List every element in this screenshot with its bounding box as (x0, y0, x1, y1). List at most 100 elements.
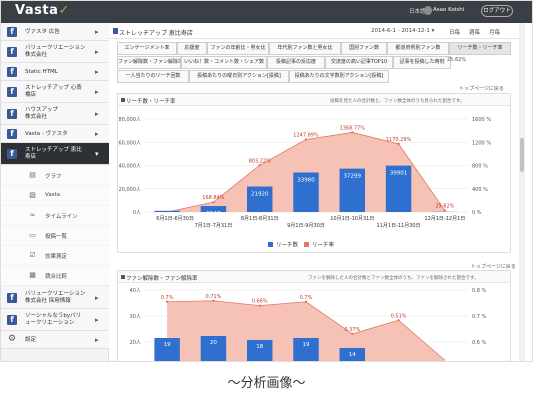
tab-engagement[interactable]: エンゲージメント率 (117, 42, 177, 55)
vasta-logo[interactable]: Vasta✓ (15, 3, 70, 18)
sidebar-sub-timeline[interactable]: ∞ タイムライン (1, 206, 109, 225)
y-tick-label-right: 0.8 % (472, 288, 487, 294)
chevron-right-icon: ▸ (95, 336, 99, 344)
sidebar-item-value-creation[interactable]: f バリュークリエーション 株式会社 ▸ (1, 41, 109, 63)
tab-post-time[interactable]: 記事を投稿した時刻 (393, 56, 451, 69)
user-name[interactable]: Asao Koishi (433, 7, 464, 13)
sidebar: f ヴァスタ 広告 ▸ f バリュークリエーション 株式会社 ▸ f Stati… (1, 23, 109, 361)
y-tick-label-left: 20人 (130, 340, 141, 346)
sidebar-item-house-up[interactable]: f ハウスアップ 株式会社 ▸ (1, 103, 109, 125)
tab-country-fans[interactable]: 国別ファン数 (341, 42, 387, 55)
tab-fan-age-group[interactable]: 年代別ファン数と男女比 (269, 42, 341, 55)
y-tick-label-right: 800 % (472, 164, 488, 170)
sidebar-item-settings[interactable]: ⚙ 設定 ▸ (1, 331, 109, 349)
compare-icon: ▦ (29, 271, 36, 279)
panel-title: ファン解除数・ファン解除率 (126, 276, 198, 282)
sidebar-item-recruit[interactable]: f バリュークリエーション 株式会社 採用情報 ▸ (1, 287, 109, 309)
sidebar-item-vasta-ad[interactable]: f ヴァスタ 広告 ▸ (1, 23, 109, 41)
rate-data-label: 0.7% (300, 295, 313, 301)
rate-data-label: 0.66% (252, 299, 268, 305)
sidebar-sub-vasta[interactable]: ▧ Vasta (1, 186, 109, 205)
bar-data-label: 18 (256, 344, 263, 350)
page-header: ストレッチアップ 恵比寿店 2014-6-1 - 2014-12-1 ▾ 日毎 … (109, 23, 519, 39)
sidebar-sub-graph[interactable]: ▤ グラフ (1, 166, 109, 185)
sidebar-item-social-now[interactable]: f ソーシャルなうbyバリ ュークリエーション ▸ (1, 309, 109, 331)
bar-data-label: 14 (349, 352, 356, 358)
facebook-icon: f (7, 27, 17, 37)
legend-label-bar: リーチ数 (276, 241, 299, 249)
tab-top10[interactable]: 交流度の高い記事TOP10 (325, 56, 393, 69)
bar-data-label: 21920 (251, 192, 269, 198)
rate-point (258, 304, 261, 307)
chevron-right-icon: ▸ (95, 88, 99, 96)
facebook-icon: f (7, 109, 17, 119)
rate-point (443, 209, 447, 212)
back-to-top-link-2[interactable]: トップページに戻る (471, 263, 516, 270)
sidebar-item-vasta[interactable]: f Vasta - ヴァスタ ▸ (1, 125, 109, 143)
sidebar-sub-compare[interactable]: ▦ 競合比較 (1, 266, 109, 285)
sidebar-item-stretchup-shinsaibashi[interactable]: f ストレッチアップ 心斎 橋店 ▸ (1, 81, 109, 103)
facebook-icon: f (7, 315, 17, 325)
chevron-right-icon: ▸ (95, 110, 99, 118)
scrollbar-thumb[interactable] (520, 138, 524, 172)
rate-point (165, 300, 169, 303)
y-tick-label-left: 40人 (130, 288, 141, 294)
facebook-icon: f (7, 129, 17, 139)
tab-post-reaction[interactable]: 投稿記事の反応度 (267, 56, 325, 69)
top-header: Vasta✓ 日本語 Asao Koishi ログアウト (1, 1, 532, 23)
rate-point (212, 299, 215, 302)
tab-weekday-action[interactable]: 投稿あたりの曜日別アクション[投稿] (189, 70, 289, 83)
tab-charcount-action[interactable]: 投稿あたりの文字数別アクション[投稿] (289, 70, 389, 83)
x-tick-label: 7月1日-7月31日 (195, 223, 233, 229)
bar-data-label: 19 (164, 342, 171, 348)
rate-data-label: 1368.77% (340, 125, 366, 131)
tab-support[interactable]: 応援度 (177, 42, 207, 55)
panel-title: リーチ数・リーチ率 (126, 99, 176, 105)
rate-data-label: 168.84% (202, 195, 224, 201)
sidebar-item-stretchup-ebisu[interactable]: f ストレッチアップ 恵比 寿店 ▾ (1, 143, 109, 165)
scrollbar[interactable] (519, 23, 525, 361)
sidebar-item-static-html[interactable]: f Static HTML ▸ (1, 63, 109, 81)
x-tick-label: 9月1日-9月30日 (287, 223, 325, 229)
facebook-icon: f (7, 47, 17, 57)
rate-data-label: 1247.89% (293, 132, 319, 138)
rate-data-label: 0.37% (344, 327, 360, 333)
tab-reach-per-person[interactable]: 一人当たりのリーチ回数 (117, 70, 189, 83)
chevron-right-icon: ▸ (95, 68, 99, 76)
rate-point (212, 200, 215, 204)
rate-point (304, 138, 308, 141)
facebook-page-icon (113, 28, 118, 34)
reach-bar (246, 186, 273, 212)
tab-fan-age-gender[interactable]: ファンの年齢比・男女比 (207, 42, 269, 55)
rate-data-label: 0.51% (391, 313, 407, 319)
facebook-icon: f (7, 149, 17, 159)
logout-button[interactable]: ログアウト (481, 5, 513, 17)
legend-label-line: リーチ率 (312, 241, 335, 249)
y-tick-label-right: 1200 % (472, 140, 491, 146)
folder-icon: ▭ (29, 231, 36, 239)
reach-chart-panel: リーチ数・リーチ率 投稿を見た人の合計数と、ファン数全体のうち見られた割合です。… (117, 93, 511, 253)
chevron-right-icon: ▸ (95, 316, 99, 324)
range-day-button[interactable]: 日毎 (449, 28, 460, 36)
tab-like-comment-share[interactable]: いいね！数・コメント数・シェア数 (181, 56, 267, 69)
back-to-top-link[interactable]: トップページに戻る (459, 85, 504, 92)
y-tick-label-right: 0 % (472, 210, 482, 216)
tab-reach[interactable]: リーチ数・リーチ率 (449, 42, 511, 55)
rate-data-label: 0.71% (205, 294, 221, 300)
y-tick-label-left: 40,000人 (119, 164, 142, 170)
range-month-button[interactable]: 月毎 (489, 28, 500, 36)
date-range-picker[interactable]: 2014-6-1 - 2014-12-1 ▾ (371, 28, 434, 34)
rate-data-label: 803.22% (249, 158, 271, 164)
unlike-chart: 40人 0.8 % 30人 0.7 % 20人 0.6 % 19 20 18 19 14 0.7% 0.… (130, 288, 487, 361)
range-week-button[interactable]: 週毎 (469, 28, 480, 36)
y-tick-label-left: 30人 (130, 314, 141, 320)
tab-prefecture-fans[interactable]: 都道府県別ファン数 (387, 42, 449, 55)
facebook-icon: f (7, 293, 17, 303)
sidebar-sub-effect[interactable]: ☑ 効果測定 (1, 246, 109, 265)
rate-point (397, 319, 400, 322)
sidebar-sub-posts[interactable]: ▭ 投稿一覧 (1, 226, 109, 245)
y-tick-label-left: 0人 (133, 210, 141, 216)
tab-fan-unlike[interactable]: ファン解除数・ファン解除率 (117, 56, 181, 69)
x-tick-label: 11月1日-11月30日 (377, 223, 421, 229)
legend-swatch-bar (268, 242, 273, 247)
